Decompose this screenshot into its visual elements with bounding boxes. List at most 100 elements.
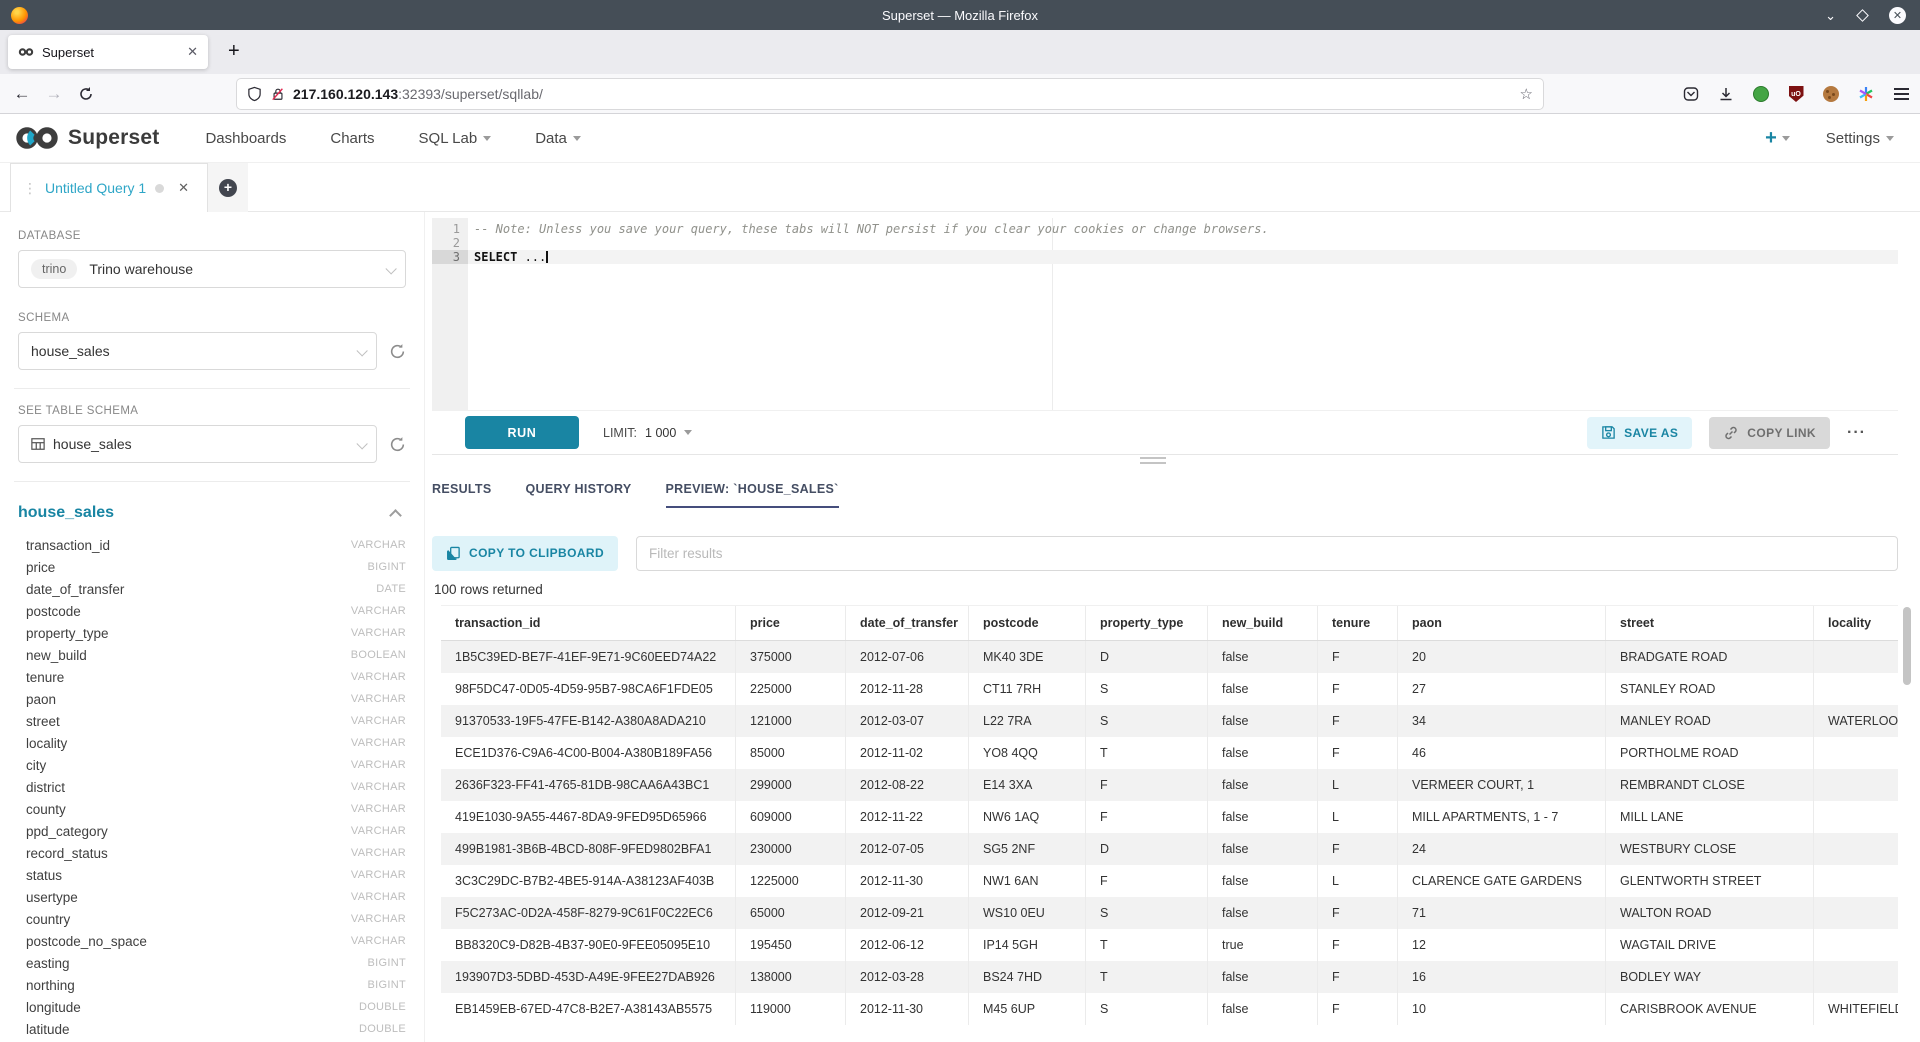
window-minimize-icon[interactable]: ⌄ [1825, 9, 1836, 22]
browser-tab[interactable]: Superset ✕ [8, 35, 208, 69]
reload-icon[interactable] [70, 86, 102, 102]
sql-editor[interactable]: 123 -- Note: Unless you save your query,… [432, 218, 1898, 410]
column-row-city[interactable]: cityVARCHAR [18, 754, 406, 776]
column-row-usertype[interactable]: usertypeVARCHAR [18, 886, 406, 908]
column-row-date_of_transfer[interactable]: date_of_transferDATE [18, 578, 406, 600]
query-tab-untitled-query-1[interactable]: ⋮ Untitled Query 1 ✕ [10, 163, 208, 212]
column-row-country[interactable]: countryVARCHAR [18, 908, 406, 930]
add-query-tab-button[interactable]: + [208, 163, 248, 212]
refresh-table-icon[interactable] [389, 436, 406, 453]
cell-locality: WATERLOO [1814, 705, 1898, 737]
column-header-paon[interactable]: paon [1398, 606, 1606, 640]
tab-close-icon[interactable]: ✕ [187, 44, 198, 60]
column-row-ppd_category[interactable]: ppd_categoryVARCHAR [18, 820, 406, 842]
cell-transaction_id: 98F5DC47-0D05-4D59-95B7-98CA6F1FDE05 [441, 673, 736, 705]
copy-link-button[interactable]: COPY LINK [1709, 417, 1830, 449]
column-row-county[interactable]: countyVARCHAR [18, 798, 406, 820]
container-pinwheel-icon[interactable] [1857, 85, 1875, 103]
nav-item-sql-lab[interactable]: SQL Lab [419, 130, 492, 147]
insecure-lock-icon[interactable] [271, 86, 285, 102]
schema-select[interactable]: house_sales [18, 332, 377, 370]
brand-name: Superset [68, 126, 159, 150]
column-header-property_type[interactable]: property_type [1086, 606, 1208, 640]
nav-item-charts[interactable]: Charts [330, 130, 374, 147]
menu-hamburger-icon[interactable] [1892, 85, 1910, 103]
query-tab-close-icon[interactable]: ✕ [178, 180, 189, 196]
settings-menu[interactable]: Settings [1826, 130, 1894, 147]
column-row-district[interactable]: districtVARCHAR [18, 776, 406, 798]
filter-results-input[interactable] [636, 536, 1898, 571]
pocket-icon[interactable] [1682, 85, 1700, 103]
run-button[interactable]: RUN [465, 416, 579, 449]
nav-item-data[interactable]: Data [535, 130, 581, 147]
column-header-price[interactable]: price [736, 606, 846, 640]
privacy-badger-icon[interactable] [1752, 85, 1770, 103]
column-header-transaction_id[interactable]: transaction_id [441, 606, 736, 640]
table-name-heading[interactable]: house_sales [18, 504, 114, 522]
nav-caret-icon [573, 136, 581, 141]
panel-resize-handle[interactable] [1140, 457, 1166, 467]
column-row-northing[interactable]: northingBIGINT [18, 974, 406, 996]
column-row-postcode_no_space[interactable]: postcode_no_spaceVARCHAR [18, 930, 406, 952]
ublock-origin-icon[interactable]: uO [1787, 85, 1805, 103]
cell-new_build: true [1208, 929, 1318, 961]
url-path: :32393/superset/sqllab/ [398, 86, 543, 102]
tracking-shield-icon[interactable] [247, 86, 262, 102]
column-row-record_status[interactable]: record_statusVARCHAR [18, 842, 406, 864]
window-close-icon[interactable]: ✕ [1889, 7, 1906, 24]
column-header-postcode[interactable]: postcode [969, 606, 1086, 640]
collapse-table-icon[interactable] [389, 509, 402, 522]
column-row-transaction_id[interactable]: transaction_idVARCHAR [18, 534, 406, 556]
cell-locality [1814, 673, 1898, 705]
column-header-new_build[interactable]: new_build [1208, 606, 1318, 640]
bookmark-star-icon[interactable]: ☆ [1520, 85, 1533, 103]
back-icon[interactable]: ← [6, 84, 38, 104]
cell-price: 119000 [736, 993, 846, 1025]
superset-brand[interactable]: Superset [14, 125, 159, 151]
column-row-status[interactable]: statusVARCHAR [18, 864, 406, 886]
column-row-price[interactable]: priceBIGINT [18, 556, 406, 578]
results-tab-0[interactable]: RESULTS [432, 468, 492, 508]
column-type: VARCHAR [351, 825, 406, 837]
editor-line-3: SELECT ... [468, 250, 1898, 264]
column-name: longitude [26, 1000, 81, 1015]
column-row-locality[interactable]: localityVARCHAR [18, 732, 406, 754]
column-header-tenure[interactable]: tenure [1318, 606, 1398, 640]
nav-item-dashboards[interactable]: Dashboards [205, 130, 286, 147]
results-scrollbar-thumb[interactable] [1903, 607, 1911, 685]
column-row-latitude[interactable]: latitudeDOUBLE [18, 1018, 406, 1040]
column-row-new_build[interactable]: new_buildBOOLEAN [18, 644, 406, 666]
more-options-button[interactable]: ··· [1847, 424, 1866, 442]
cell-paon: 24 [1398, 833, 1606, 865]
column-row-paon[interactable]: paonVARCHAR [18, 688, 406, 710]
table-schema-select[interactable]: house_sales [18, 425, 377, 463]
column-row-street[interactable]: streetVARCHAR [18, 710, 406, 732]
column-header-street[interactable]: street [1606, 606, 1814, 640]
limit-dropdown[interactable]: LIMIT: 1 000 [603, 426, 692, 440]
cookie-extension-icon[interactable] [1822, 85, 1840, 103]
download-icon[interactable] [1717, 85, 1735, 103]
window-maximize-icon[interactable] [1856, 9, 1869, 22]
column-row-property_type[interactable]: property_typeVARCHAR [18, 622, 406, 644]
new-browser-tab-button[interactable]: + [228, 40, 240, 63]
cell-postcode: SG5 2NF [969, 833, 1086, 865]
url-bar[interactable]: 217.160.120.143:32393/superset/sqllab/ ☆ [237, 79, 1543, 109]
database-select[interactable]: trino Trino warehouse [18, 250, 406, 288]
results-tab-1[interactable]: QUERY HISTORY [526, 468, 632, 508]
results-tabbar: RESULTS QUERY HISTORY PREVIEW: `HOUSE_SALE… [432, 468, 839, 508]
save-as-button[interactable]: SAVE AS [1587, 417, 1692, 449]
column-type: DOUBLE [359, 1001, 406, 1013]
browser-toolbar: ← → 217.160.120.143:32393/superset/sqlla… [0, 74, 1920, 114]
column-row-easting[interactable]: eastingBIGINT [18, 952, 406, 974]
column-header-date_of_transfer[interactable]: date_of_transfer [846, 606, 969, 640]
results-tab-2[interactable]: PREVIEW: `HOUSE_SALES` [666, 468, 839, 508]
copy-to-clipboard-button[interactable]: COPY TO CLIPBOARD [432, 536, 618, 571]
column-row-tenure[interactable]: tenureVARCHAR [18, 666, 406, 688]
column-row-longitude[interactable]: longitude DOUBLE [18, 996, 406, 1018]
refresh-schema-icon[interactable] [389, 343, 406, 360]
column-header-locality[interactable]: locality [1814, 606, 1898, 640]
new-item-button[interactable]: + [1765, 127, 1790, 150]
column-row-postcode[interactable]: postcodeVARCHAR [18, 600, 406, 622]
url-host: 217.160.120.143 [293, 86, 398, 102]
tab-drag-handle-icon[interactable]: ⋮ [23, 180, 37, 197]
